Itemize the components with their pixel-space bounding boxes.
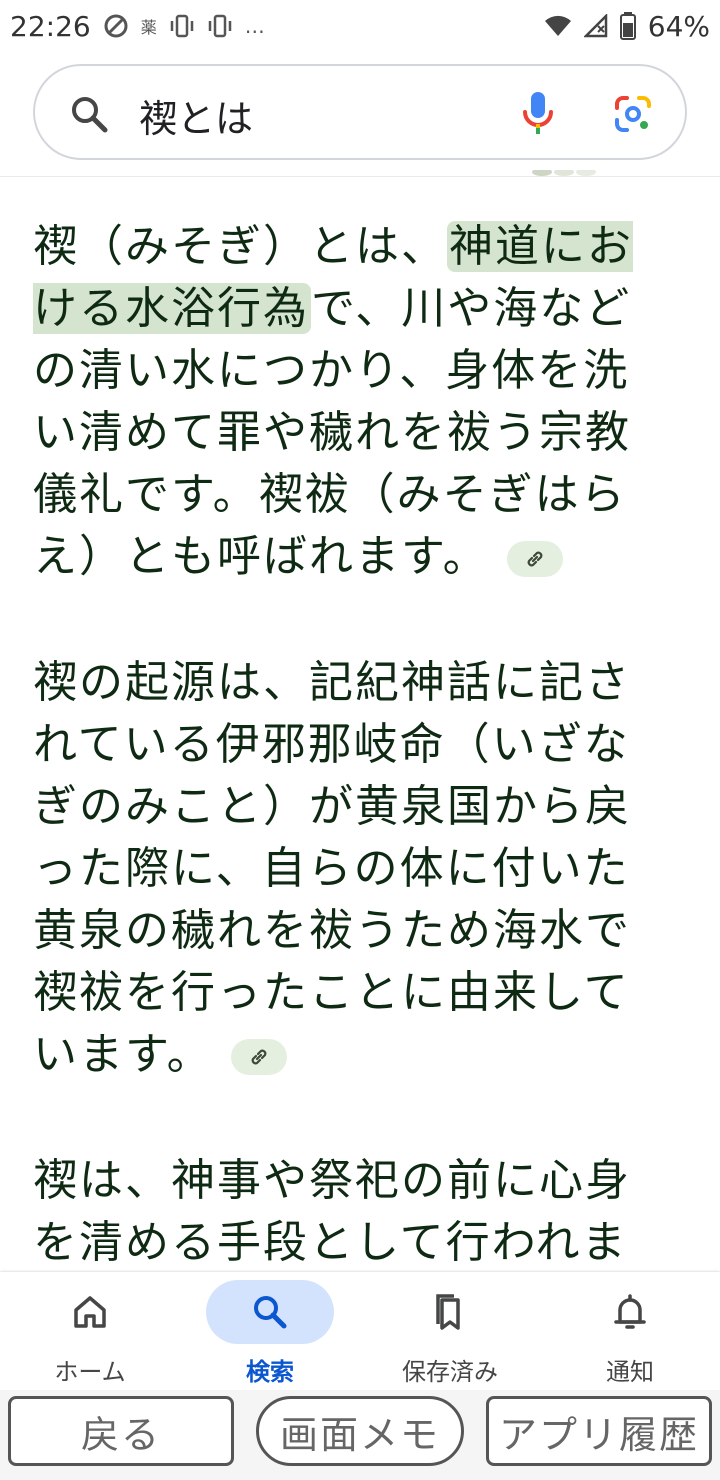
data-saver-icon — [103, 13, 129, 39]
nav-search[interactable]: 検索 — [180, 1272, 360, 1390]
no-signal-icon — [583, 14, 608, 38]
vibrate-icon-2 — [207, 13, 233, 39]
bookmarks-icon — [436, 1294, 460, 1330]
nav-saved-label: 保存済み — [402, 1358, 498, 1386]
search-icon[interactable] — [69, 94, 109, 134]
search-input[interactable]: 禊とは — [139, 88, 253, 143]
status-right: 64% — [544, 10, 710, 43]
status-left: 22:26 薬 … — [10, 10, 265, 43]
pharmacy-icon: 薬 — [140, 18, 157, 37]
partial-image-edge — [532, 170, 596, 176]
paragraph-1-before: 禊（みそぎ）とは、 — [33, 221, 447, 272]
link-icon — [251, 1049, 266, 1065]
nav-notifications[interactable]: 通知 — [540, 1272, 720, 1390]
nav-notifications-label: 通知 — [606, 1358, 654, 1386]
app-history-button[interactable]: アプリ履歴 — [486, 1396, 712, 1466]
home-icon — [74, 1296, 106, 1328]
ai-overview-content: 禊（みそぎ）とは、神道における水浴行為で、川や海などの清い水につかり、身体を洗い… — [33, 216, 673, 1400]
paragraph-1: 禊（みそぎ）とは、神道における水浴行為で、川や海などの清い水につかり、身体を洗い… — [33, 216, 673, 588]
battery-icon — [619, 12, 636, 40]
header-divider — [0, 176, 720, 177]
screen-memo-button[interactable]: 画面メモ — [256, 1396, 464, 1466]
status-time: 22:26 — [10, 9, 91, 43]
google-lens-icon[interactable] — [613, 94, 653, 134]
paragraph-2: 禊の起源は、記紀神話に記されている伊邪那岐命（いざなぎのみこと）が黄泉国から戻っ… — [33, 652, 673, 1086]
source-link-button[interactable] — [506, 541, 563, 577]
nav-search-label: 検索 — [246, 1358, 294, 1386]
nav-home[interactable]: ホーム — [0, 1272, 180, 1390]
search-icon — [254, 1296, 287, 1329]
vibrate-icon — [169, 13, 195, 39]
nav-home-label: ホーム — [54, 1358, 126, 1386]
wifi-icon — [544, 14, 572, 38]
status-bar: 22:26 薬 … 64% — [0, 0, 720, 52]
bell-icon — [614, 1294, 646, 1329]
battery-percent: 64% — [647, 9, 710, 43]
bottom-navigation: ホーム 検索 保存済み 通知 — [0, 1272, 720, 1390]
search-bar[interactable]: 禊とは — [33, 64, 687, 160]
nav-saved[interactable]: 保存済み — [360, 1272, 540, 1390]
link-icon — [527, 551, 542, 567]
system-button-bar: 戻る 画面メモ アプリ履歴 — [0, 1390, 720, 1480]
source-link-button[interactable] — [230, 1039, 287, 1075]
back-button[interactable]: 戻る — [8, 1396, 234, 1466]
more-notifications-icon: … — [244, 14, 265, 38]
paragraph-2-text: 禊の起源は、記紀神話に記されている伊邪那岐命（いざなぎのみこと）が黄泉国から戻っ… — [33, 657, 631, 1080]
microphone-icon[interactable] — [521, 90, 555, 138]
